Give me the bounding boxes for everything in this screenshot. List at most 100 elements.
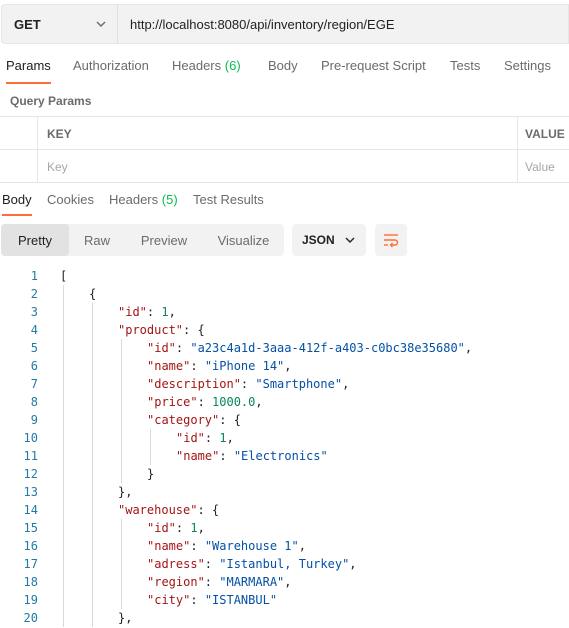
code-line: 4 "product": { — [0, 321, 569, 339]
tab-label: Test Results — [193, 192, 264, 207]
method-label: GET — [14, 16, 41, 32]
indent-guide — [63, 357, 64, 375]
code-token: : — [190, 593, 205, 607]
tab-pre-request-script[interactable]: Pre-request Script — [321, 58, 426, 73]
line-number: 14 — [23, 503, 38, 517]
code-text: "region": "MARMARA", — [147, 573, 292, 591]
code-token: : — [204, 557, 220, 571]
tab-label: Tests — [450, 58, 481, 73]
indent-guide — [63, 303, 64, 321]
code-token: "category" — [147, 413, 220, 427]
wrap-lines-icon — [384, 234, 399, 248]
code-token: } — [147, 467, 155, 481]
indent-guide — [121, 429, 122, 447]
key-input[interactable]: Key — [38, 150, 518, 183]
indent-guide — [92, 339, 93, 357]
response-body-code[interactable]: 1[2{3 "id": 1, 4 "product": {5 "id": "a23c4a… — [0, 266, 569, 628]
line-number: 18 — [23, 575, 38, 589]
code-token: [ — [60, 269, 68, 283]
line-number: 15 — [23, 521, 38, 535]
value-input[interactable]: Value — [518, 150, 569, 183]
line-number: 3 — [30, 305, 38, 319]
code-text: }, — [118, 609, 132, 627]
method-select[interactable]: GET — [1, 4, 117, 44]
code-token: : — [197, 395, 213, 409]
view-preview-button[interactable]: Preview — [125, 224, 203, 256]
code-line: 15 "id": 1, — [0, 519, 569, 537]
tab-tests[interactable]: Tests — [450, 58, 480, 73]
tab-cookies[interactable]: Cookies — [47, 192, 94, 207]
code-token: 1000.0 — [212, 395, 256, 409]
view-pretty-button[interactable]: Pretty — [1, 224, 69, 256]
indent-guide — [63, 591, 64, 609]
code-line: 12} — [0, 465, 569, 483]
indent-guide — [63, 429, 64, 447]
indent-guide — [121, 447, 122, 465]
tab-params[interactable]: Params — [6, 58, 51, 84]
tab-body[interactable]: Body — [268, 58, 298, 73]
code-token: "Istanbul, Turkey" — [219, 557, 350, 571]
code-token: "description" — [147, 377, 241, 391]
code-token: "id" — [176, 431, 205, 445]
code-text: "category": { — [147, 411, 241, 429]
code-token: "a23c4a1d-3aaa-412f-a403-c0bc38e35680" — [190, 341, 465, 355]
code-token: "name" — [176, 449, 220, 463]
tab-response-body[interactable]: Body — [2, 192, 32, 216]
code-token: : — [190, 539, 205, 553]
tab-label: Body — [2, 192, 32, 207]
code-line: 16 "name": "Warehouse 1", — [0, 537, 569, 555]
line-number: 1 — [30, 269, 38, 283]
code-token: }, — [118, 611, 133, 625]
indent-guide — [63, 483, 64, 501]
tab-authorization[interactable]: Authorization — [73, 58, 149, 73]
key-header: KEY — [38, 117, 518, 150]
code-token: "Warehouse 1" — [204, 539, 299, 553]
code-token: "ISTANBUL" — [204, 593, 278, 607]
code-token: : — [204, 431, 220, 445]
line-number: 19 — [23, 593, 38, 607]
code-token: : — [175, 341, 191, 355]
row-checkbox[interactable] — [0, 150, 38, 183]
indent-guide — [121, 357, 122, 375]
tab-label: Settings — [504, 58, 551, 73]
code-line: 17 "adress": "Istanbul, Turkey", — [0, 555, 569, 573]
view-visualize-button[interactable]: Visualize — [203, 224, 284, 256]
indent-guide — [92, 375, 93, 393]
view-raw-button[interactable]: Raw — [69, 224, 125, 256]
indent-guide — [63, 447, 64, 465]
line-number: 10 — [23, 431, 38, 445]
request-tabs: Params Authorization Headers (6) Body Pr… — [0, 58, 569, 84]
tab-test-results[interactable]: Test Results — [193, 192, 264, 207]
tab-response-headers[interactable]: Headers (5) — [109, 192, 178, 207]
tab-headers[interactable]: Headers (6) — [172, 58, 241, 73]
indent-guide — [92, 447, 93, 465]
line-number: 4 — [30, 323, 38, 337]
tab-count: (5) — [161, 192, 178, 207]
indent-guide — [121, 573, 122, 591]
url-input[interactable]: http://localhost:8080/api/inventory/regi… — [117, 4, 569, 44]
table-row: Key Value — [0, 150, 569, 183]
indent-guide — [92, 555, 93, 573]
tab-settings[interactable]: Settings — [504, 58, 551, 73]
indent-guide — [63, 501, 64, 519]
code-token: "iPhone 14" — [204, 359, 285, 373]
code-line: 14 "warehouse": { — [0, 501, 569, 519]
code-text: "price": 1000.0, — [147, 393, 263, 411]
code-token: : — [219, 449, 234, 463]
code-line: 6 "name": "iPhone 14", — [0, 357, 569, 375]
indent-guide — [63, 321, 64, 339]
wrap-lines-button[interactable] — [375, 224, 407, 256]
format-select[interactable]: JSON — [292, 224, 366, 256]
code-token: "adress" — [147, 557, 205, 571]
code-token: , — [349, 557, 357, 571]
code-token: , — [342, 377, 350, 391]
line-number: 12 — [23, 467, 38, 481]
indent-guide — [92, 321, 93, 339]
code-text: [ — [60, 267, 67, 285]
code-token: "price" — [147, 395, 198, 409]
code-line: 19 "city": "ISTANBUL" — [0, 591, 569, 609]
code-token: 1 — [190, 521, 198, 535]
code-token: "MARMARA" — [219, 575, 285, 589]
code-text: "name": "iPhone 14", — [147, 357, 292, 375]
indent-guide — [63, 339, 64, 357]
